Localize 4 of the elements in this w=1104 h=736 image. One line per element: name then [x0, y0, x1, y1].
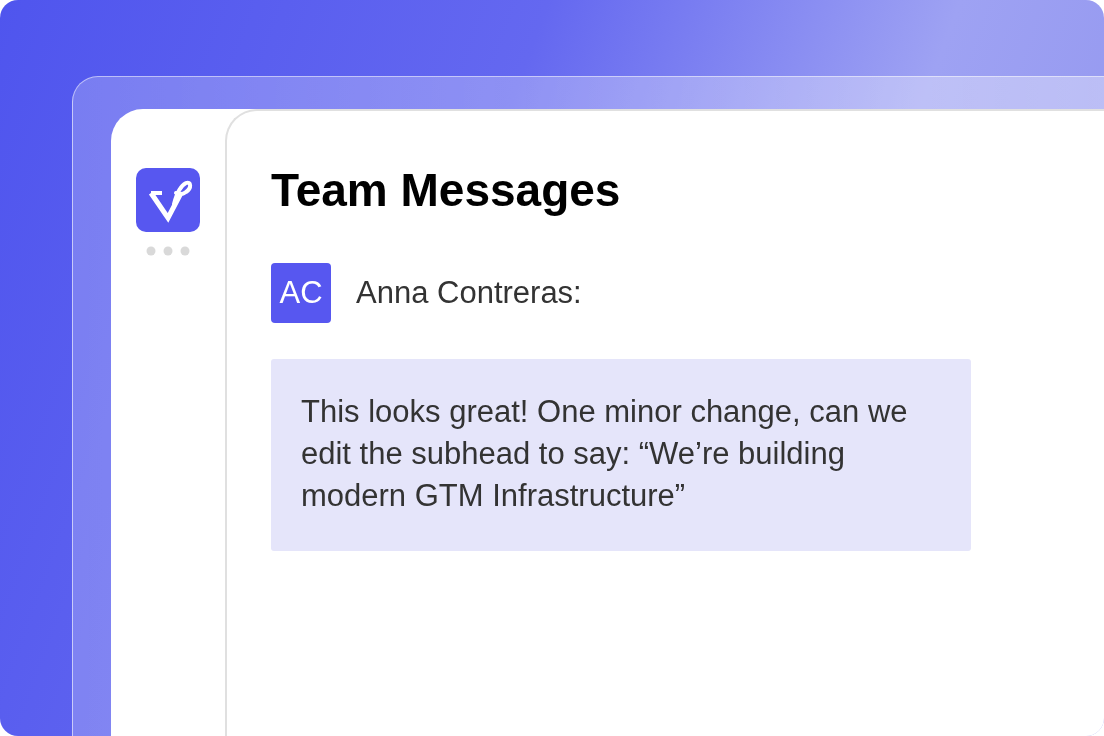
logo-icon[interactable] [136, 168, 200, 232]
message-bubble: This looks great! One minor change, can we edit the subhead to say: “We’re building modern GTM Infrastructure” [271, 359, 971, 551]
avatar: AC [271, 263, 331, 323]
sender-name: Anna Contreras: [356, 275, 582, 311]
